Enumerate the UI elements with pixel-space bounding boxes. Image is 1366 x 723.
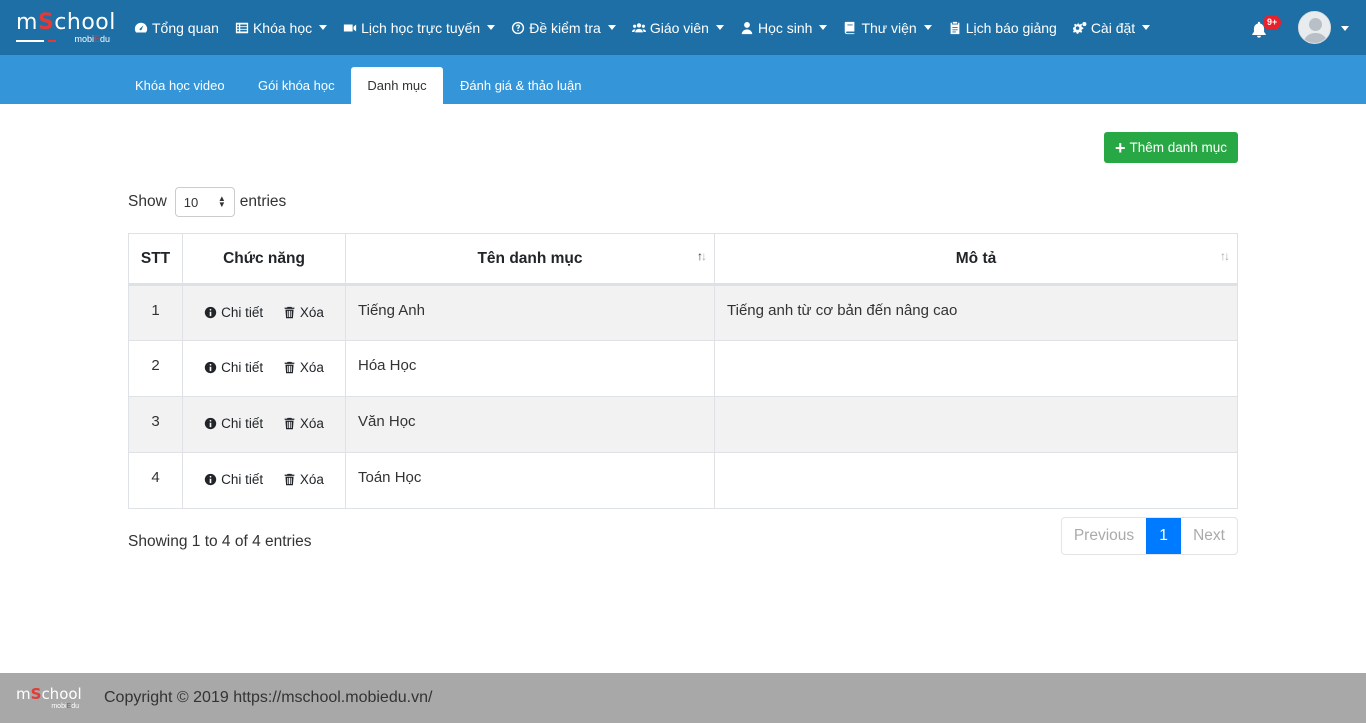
- pagination: Previous 1 Next: [1061, 517, 1238, 555]
- trash-icon: [284, 361, 295, 374]
- detail-button[interactable]: Chi tiết: [204, 416, 263, 431]
- row-stt: 1: [128, 284, 183, 341]
- nav-lesson-schedule[interactable]: Lịch báo giảng: [948, 20, 1057, 36]
- chevron-down-icon[interactable]: [1341, 26, 1349, 31]
- detail-button[interactable]: Chi tiết: [204, 472, 263, 487]
- info-circle-icon: [204, 417, 217, 430]
- previous-page-button[interactable]: Previous: [1062, 518, 1146, 554]
- nav-teachers[interactable]: Giáo viên: [631, 20, 724, 36]
- table-row: 2 Chi tiết Xóa Hóa Học: [128, 340, 1238, 397]
- next-page-button[interactable]: Next: [1181, 518, 1237, 554]
- mschool-logo[interactable]: mSchool mobiEdu: [16, 12, 115, 44]
- row-name: Hóa Học: [345, 340, 715, 397]
- nav-library[interactable]: Thư viện: [843, 20, 932, 36]
- tab-reviews-discussions[interactable]: Đánh giá & thảo luận: [443, 67, 598, 104]
- dashboard-icon: [134, 21, 148, 35]
- sort-icon: ↑↓: [1220, 249, 1230, 263]
- table-info: Showing 1 to 4 of 4 entries: [128, 533, 312, 550]
- top-navbar: mSchool mobiEdu Tổng quan Khóa học Lịch …: [0, 0, 1366, 55]
- users-icon: [631, 21, 646, 35]
- tab-categories[interactable]: Danh mục: [351, 67, 443, 104]
- user-icon: [740, 21, 754, 35]
- chevron-down-icon: [487, 25, 496, 30]
- categories-table: STT Chức năng Tên danh mục ↑↓ Mô tả ↑↓ 1…: [128, 233, 1238, 509]
- delete-button[interactable]: Xóa: [283, 305, 324, 320]
- delete-button[interactable]: Xóa: [283, 360, 324, 375]
- avatar[interactable]: [1298, 11, 1331, 44]
- delete-button[interactable]: Xóa: [283, 416, 324, 431]
- row-stt: 3: [128, 396, 183, 453]
- table-row: 1 Chi tiết Xóa Tiếng Anh Tiếng anh từ cơ…: [128, 284, 1238, 341]
- tab-course-packages[interactable]: Gói khóa học: [241, 67, 352, 104]
- row-name: Tiếng Anh: [345, 284, 715, 341]
- show-entries: Show 10 ▲ ▼ entries: [128, 187, 286, 217]
- notification-badge: 9+: [1263, 15, 1282, 30]
- nav-courses[interactable]: Khóa học: [235, 20, 328, 36]
- page-1-button[interactable]: 1: [1146, 518, 1181, 554]
- footer: mSchool mobiEdu Copyright © 2019 https:/…: [0, 673, 1366, 723]
- row-description: Tiếng anh từ cơ bản đến nâng cao: [714, 284, 1238, 341]
- info-circle-icon: [204, 306, 217, 319]
- copyright-text: Copyright © 2019 https://mschool.mobiedu…: [104, 689, 433, 706]
- list-icon: [235, 21, 249, 35]
- select-arrows-icon: ▲ ▼: [217, 194, 226, 209]
- detail-button[interactable]: Chi tiết: [204, 305, 263, 320]
- cogs-icon: [1072, 21, 1087, 35]
- chevron-down-icon: [715, 25, 724, 30]
- table-row: 4 Chi tiết Xóa Toán Học: [128, 452, 1238, 509]
- table-row: 3 Chi tiết Xóa Văn Học: [128, 396, 1238, 453]
- question-circle-icon: [511, 21, 525, 35]
- book-icon: [843, 21, 857, 35]
- row-stt: 4: [128, 452, 183, 509]
- nav-settings[interactable]: Cài đặt: [1072, 20, 1151, 36]
- detail-button[interactable]: Chi tiết: [204, 360, 263, 375]
- nav-students[interactable]: Học sinh: [740, 20, 828, 36]
- clipboard-icon: [948, 21, 962, 35]
- column-header-name[interactable]: Tên danh mục ↑↓: [345, 233, 715, 286]
- column-header-actions: Chức năng: [182, 233, 346, 286]
- footer-logo: mSchool mobiEdu: [16, 685, 82, 711]
- row-name: Toán Học: [345, 452, 715, 509]
- info-circle-icon: [204, 361, 217, 374]
- nav-tests[interactable]: Đề kiểm tra: [511, 20, 616, 36]
- tab-video-courses[interactable]: Khóa học video: [118, 67, 242, 104]
- nav-online-schedule[interactable]: Lịch học trực tuyến: [343, 20, 496, 36]
- chevron-down-icon: [923, 25, 932, 30]
- trash-icon: [284, 417, 295, 430]
- row-description: [714, 340, 1238, 397]
- main-nav: Tổng quan Khóa học Lịch học trực tuyến Đ…: [134, 0, 1166, 55]
- column-header-description[interactable]: Mô tả ↑↓: [714, 233, 1238, 286]
- chevron-down-icon: [819, 25, 828, 30]
- trash-icon: [284, 473, 295, 486]
- add-category-button[interactable]: + Thêm danh mục: [1104, 132, 1238, 163]
- sort-asc-icon: ↑↓: [697, 249, 707, 263]
- row-description: [714, 452, 1238, 509]
- row-stt: 2: [128, 340, 183, 397]
- sub-navbar: Khóa học video Gói khóa học Danh mục Đán…: [0, 55, 1366, 104]
- entries-select[interactable]: 10 ▲ ▼: [174, 187, 235, 217]
- chevron-down-icon: [319, 25, 328, 30]
- plus-icon: +: [1114, 137, 1126, 158]
- column-header-stt: STT: [128, 233, 183, 286]
- row-name: Văn Học: [345, 396, 715, 453]
- row-description: [714, 396, 1238, 453]
- chevron-down-icon: [1142, 25, 1151, 30]
- nav-dashboard[interactable]: Tổng quan: [134, 20, 219, 36]
- delete-button[interactable]: Xóa: [283, 472, 324, 487]
- video-icon: [343, 21, 357, 35]
- trash-icon: [284, 306, 295, 319]
- chevron-down-icon: [607, 25, 616, 30]
- info-circle-icon: [204, 473, 217, 486]
